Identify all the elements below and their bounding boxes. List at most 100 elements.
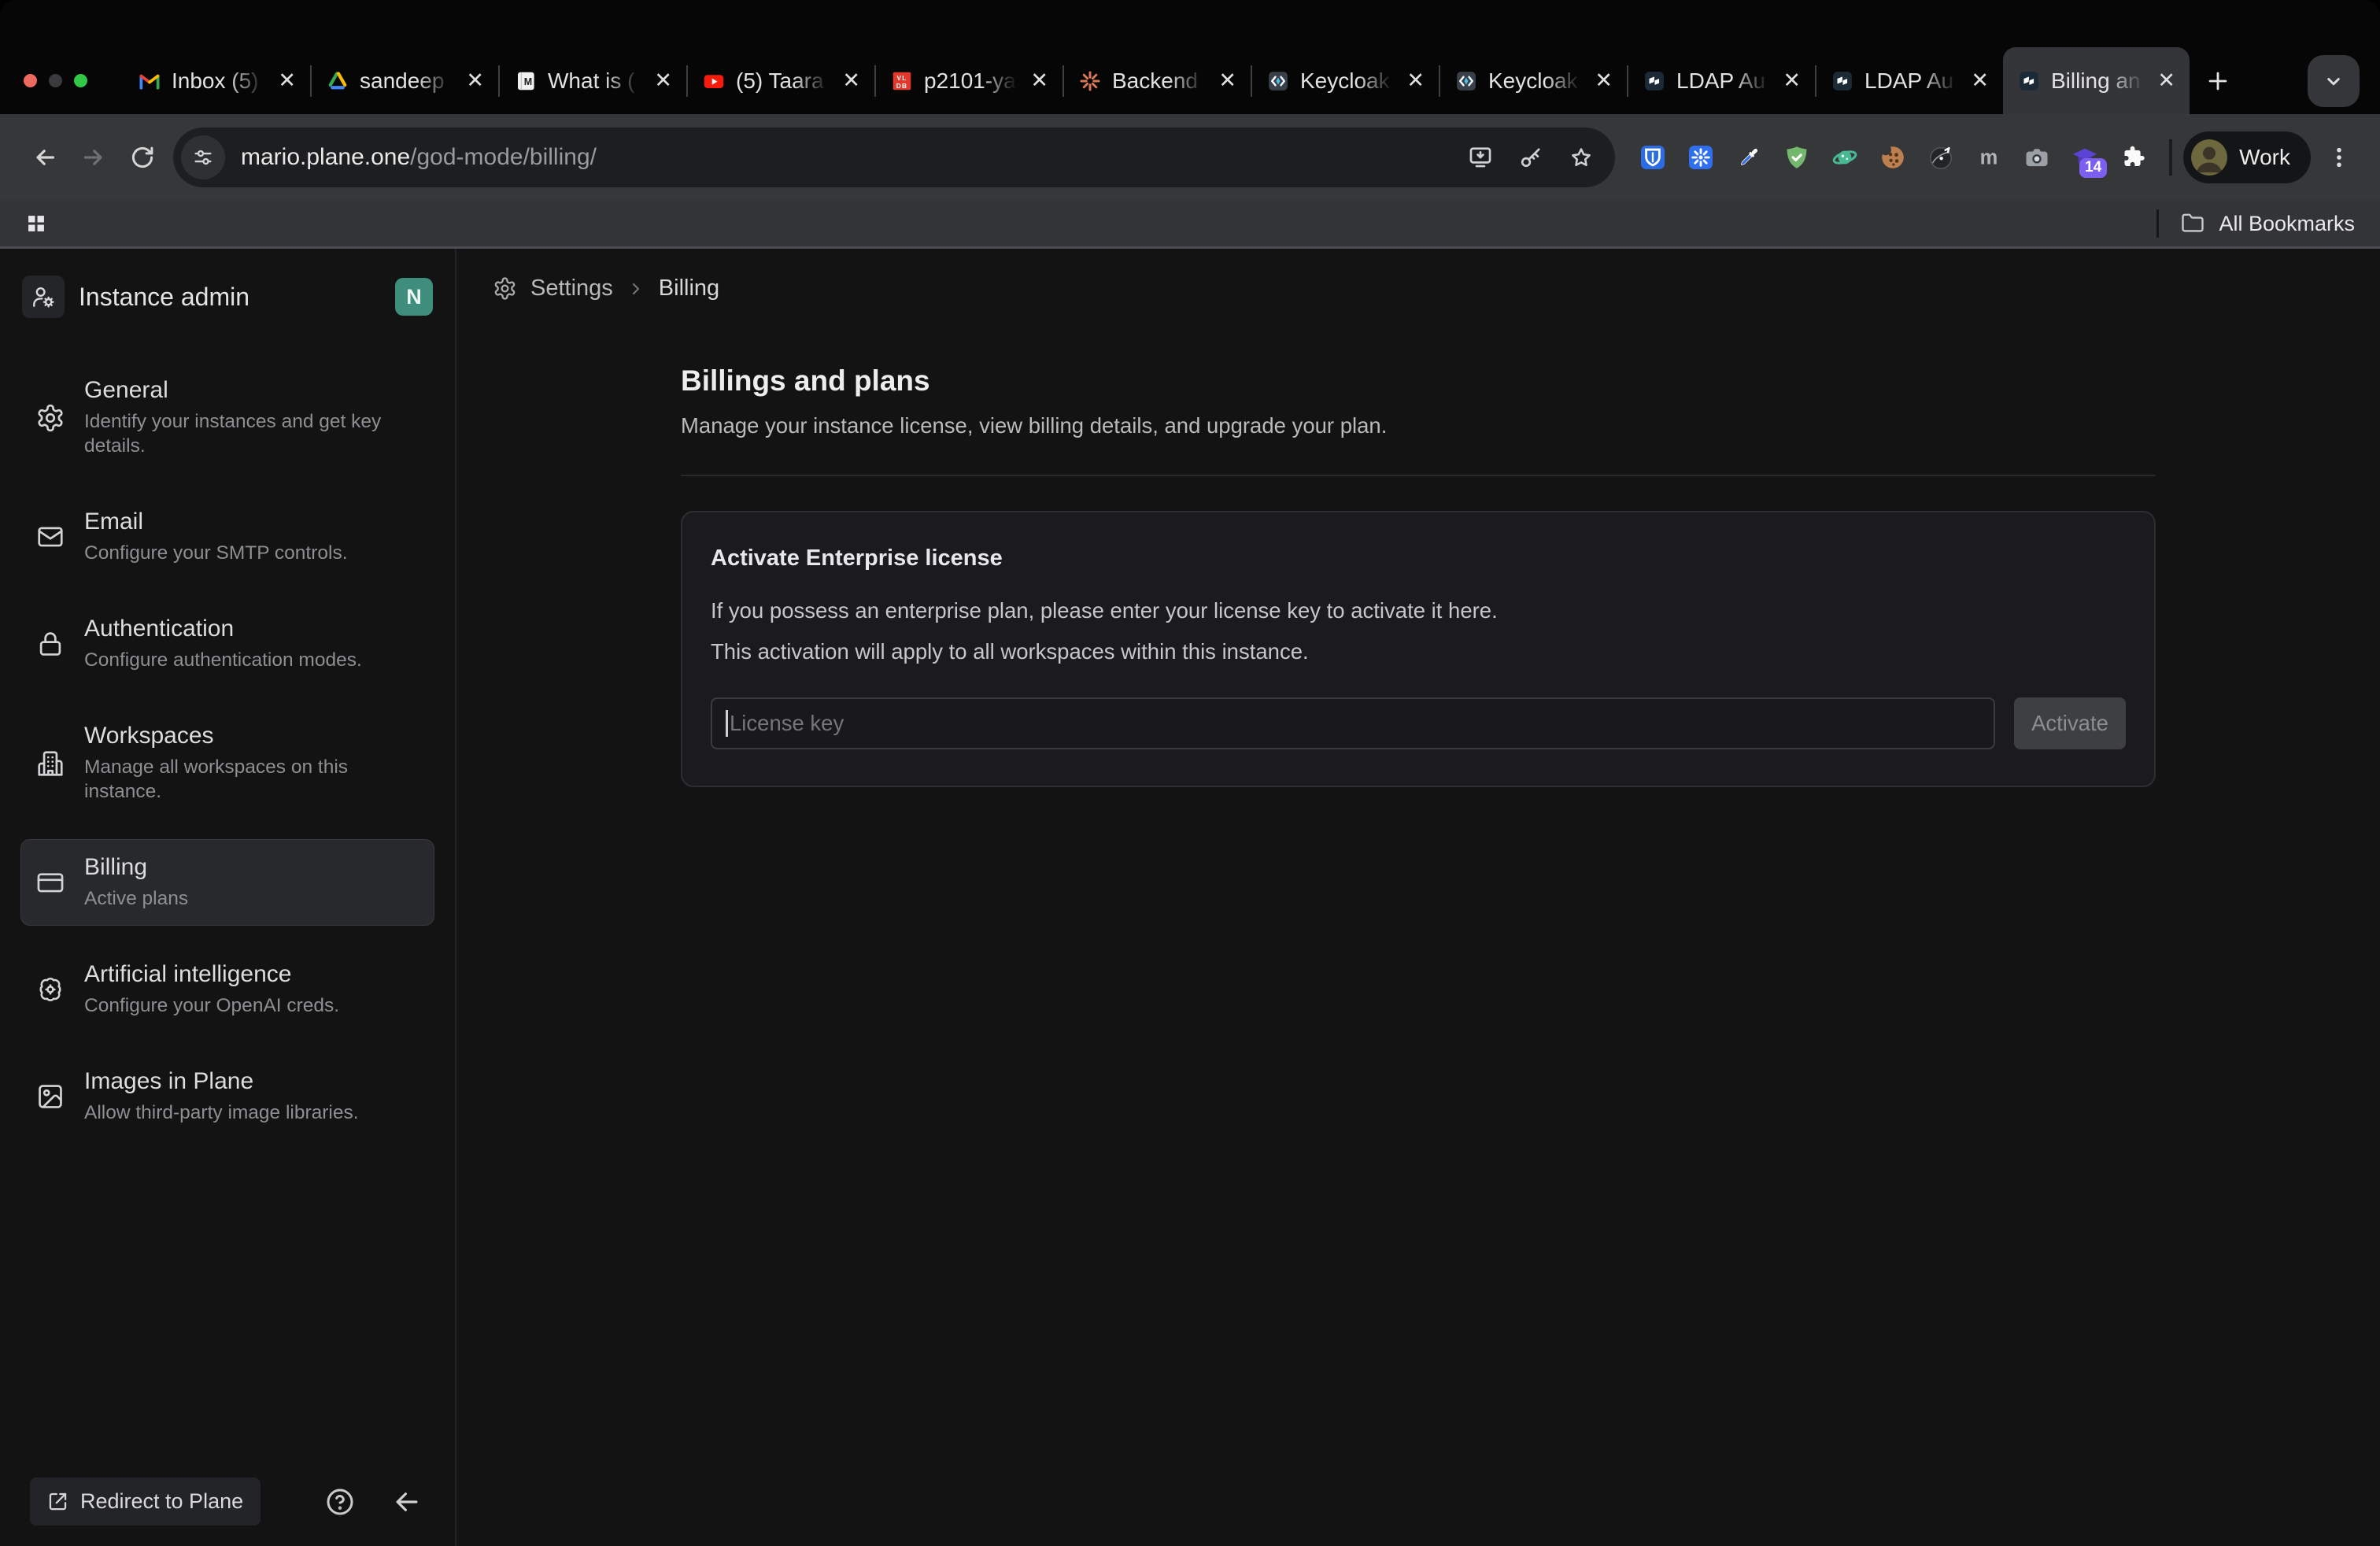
sidebar-item-billing[interactable]: BillingActive plans xyxy=(20,839,434,926)
claude-icon xyxy=(1078,69,1102,93)
sidebar-item-description: Configure your SMTP controls. xyxy=(84,541,348,565)
sunburst-extension-icon[interactable] xyxy=(1687,143,1715,172)
tab-title: Keycloak xyxy=(1300,68,1393,94)
all-bookmarks-button[interactable]: All Bookmarks xyxy=(2156,209,2355,238)
billing-subheading: Manage your instance license, view billi… xyxy=(681,413,2156,438)
tab-close-icon[interactable]: ✕ xyxy=(463,67,487,94)
planet-extension-icon[interactable] xyxy=(1831,143,1859,172)
tab-close-icon[interactable]: ✕ xyxy=(1779,67,1804,94)
sidebar-item-authentication[interactable]: AuthenticationConfigure authentication m… xyxy=(20,601,434,687)
dark-globe-extension-icon[interactable] xyxy=(1927,143,1955,172)
address-bar[interactable]: mario.plane.one/god-mode/billing/ xyxy=(173,128,1615,187)
reload-button[interactable] xyxy=(118,133,167,182)
browser-tab[interactable]: (5) Taara✕ xyxy=(688,47,874,114)
tab-close-icon[interactable]: ✕ xyxy=(1215,67,1240,94)
grad-cap-extension-icon[interactable]: 14 xyxy=(2071,143,2099,172)
sidebar-item-artificial-intelligence[interactable]: Artificial intelligenceConfigure your Op… xyxy=(20,946,434,1033)
browser-tab[interactable]: MWhat is (✕ xyxy=(500,47,686,114)
bitwarden-shield-extension-icon[interactable] xyxy=(1639,143,1667,172)
tab-close-icon[interactable]: ✕ xyxy=(1968,67,1992,94)
sidebar-item-label: General xyxy=(84,377,415,404)
redirect-to-plane-button[interactable]: Redirect to Plane xyxy=(30,1478,261,1526)
eyedropper-extension-icon[interactable] xyxy=(1735,143,1763,172)
sidebar-item-general[interactable]: General Identify your instances and get k… xyxy=(20,362,434,473)
site-info-button[interactable] xyxy=(181,135,225,179)
bookmark-star-button[interactable] xyxy=(1568,144,1595,171)
browser-tab-active[interactable]: Billing an✕ xyxy=(2003,47,2190,114)
tab-strip: Inbox (5)✕sandeep✕MWhat is (✕(5) Taara✕V… xyxy=(0,0,2380,114)
camera-extension-icon[interactable] xyxy=(2023,143,2051,172)
sidebar-item-images-in-plane[interactable]: Images in PlaneAllow third-party image l… xyxy=(20,1053,434,1140)
tab-close-icon[interactable]: ✕ xyxy=(1591,67,1616,94)
browser-menu-button[interactable] xyxy=(2319,137,2360,178)
browser-tab[interactable]: sandeep✕ xyxy=(312,47,498,114)
install-icon xyxy=(1467,144,1494,171)
card-line1: If you possess an enterprise plan, pleas… xyxy=(711,598,2126,623)
browser-tab[interactable]: Keycloak ✕ xyxy=(1440,47,1627,114)
back-button[interactable] xyxy=(20,133,69,182)
profile-chip[interactable]: Work xyxy=(2183,131,2311,183)
tab-close-icon[interactable]: ✕ xyxy=(1403,67,1428,94)
breadcrumb-billing[interactable]: Billing xyxy=(659,276,719,301)
tab-close-icon[interactable]: ✕ xyxy=(275,67,299,94)
avatar-photo xyxy=(2191,139,2227,176)
tab-close-icon[interactable]: ✕ xyxy=(651,67,675,94)
youtube-icon xyxy=(702,69,726,93)
instance-admin-icon xyxy=(22,276,65,318)
puzzle-extension-icon[interactable] xyxy=(2119,143,2147,172)
tab-title: LDAP Au xyxy=(1676,68,1769,94)
apps-grid-button[interactable] xyxy=(25,213,47,235)
sidebar-item-description: Allow third-party image libraries. xyxy=(84,1100,359,1125)
tab-close-icon[interactable]: ✕ xyxy=(1027,67,1051,94)
browser-tab[interactable]: Backend✕ xyxy=(1064,47,1251,114)
user-initial-badge[interactable]: N xyxy=(395,278,433,316)
cog-icon xyxy=(35,403,65,433)
collapse-sidebar-button[interactable] xyxy=(392,1487,422,1517)
window-minimize-button[interactable] xyxy=(49,74,62,87)
sidebar-item-description: Identify your instances and get key deta… xyxy=(84,409,415,458)
breadcrumb-settings[interactable]: Settings xyxy=(530,276,613,301)
image-icon xyxy=(35,1082,65,1111)
keycloak-icon xyxy=(1266,69,1290,93)
window-close-button[interactable] xyxy=(24,74,37,87)
plane-icon xyxy=(1643,69,1666,93)
sidebar-item-email[interactable]: EmailConfigure your SMTP controls. xyxy=(20,494,434,580)
tab-title: Inbox (5) xyxy=(172,68,264,94)
sidebar-item-label: Artificial intelligence xyxy=(84,961,339,988)
help-circle-icon xyxy=(324,1486,356,1518)
forward-button[interactable] xyxy=(69,133,118,182)
browser-tab[interactable]: LDAP Au ✕ xyxy=(1628,47,1815,114)
sidebar-item-workspaces[interactable]: WorkspacesManage all workspaces on this … xyxy=(20,708,434,819)
browser-tab[interactable]: Inbox (5) ✕ xyxy=(124,47,310,114)
url-text[interactable]: mario.plane.one/god-mode/billing/ xyxy=(241,144,1451,171)
main-panel: Settings Billing Billings and plans Mana… xyxy=(456,249,2380,1546)
reload-icon xyxy=(129,144,156,171)
tab-close-icon[interactable]: ✕ xyxy=(839,67,863,94)
sidebar-item-label: Workspaces xyxy=(84,723,415,749)
browser-tab[interactable]: LDAP Au✕ xyxy=(1816,47,2003,114)
kebab-menu-icon xyxy=(2326,145,2352,170)
cookie-extension-icon[interactable] xyxy=(1879,143,1907,172)
activate-button[interactable]: Activate xyxy=(2014,697,2126,749)
install-app-button[interactable] xyxy=(1467,144,1494,171)
window-zoom-button[interactable] xyxy=(74,74,87,87)
license-key-input[interactable] xyxy=(711,697,1995,749)
tab-close-icon[interactable]: ✕ xyxy=(2154,67,2179,94)
tab-title: Keycloak xyxy=(1488,68,1581,94)
shield-check-extension-icon[interactable] xyxy=(1783,143,1811,172)
browser-tab[interactable]: VLDBp2101-ya✕ xyxy=(876,47,1062,114)
sidebar-header: Instance admin N xyxy=(0,266,455,327)
tabs-container: Inbox (5)✕sandeep✕MWhat is (✕(5) Taara✕V… xyxy=(124,47,2190,114)
plane-icon xyxy=(2017,69,2041,93)
password-manager-button[interactable] xyxy=(1517,144,1544,171)
browser-tab[interactable]: Keycloak ✕ xyxy=(1252,47,1439,114)
building-icon xyxy=(35,749,65,779)
tab-search-button[interactable] xyxy=(2308,55,2360,107)
help-button[interactable] xyxy=(324,1486,356,1518)
new-tab-button[interactable] xyxy=(2190,47,2246,114)
chevron-down-icon xyxy=(2322,69,2345,93)
svg-text:DB: DB xyxy=(896,82,907,89)
apps-grid-icon xyxy=(25,213,47,235)
bookmarks-separator xyxy=(2156,209,2159,238)
m-letter-extension-icon[interactable]: m xyxy=(1975,143,2003,172)
